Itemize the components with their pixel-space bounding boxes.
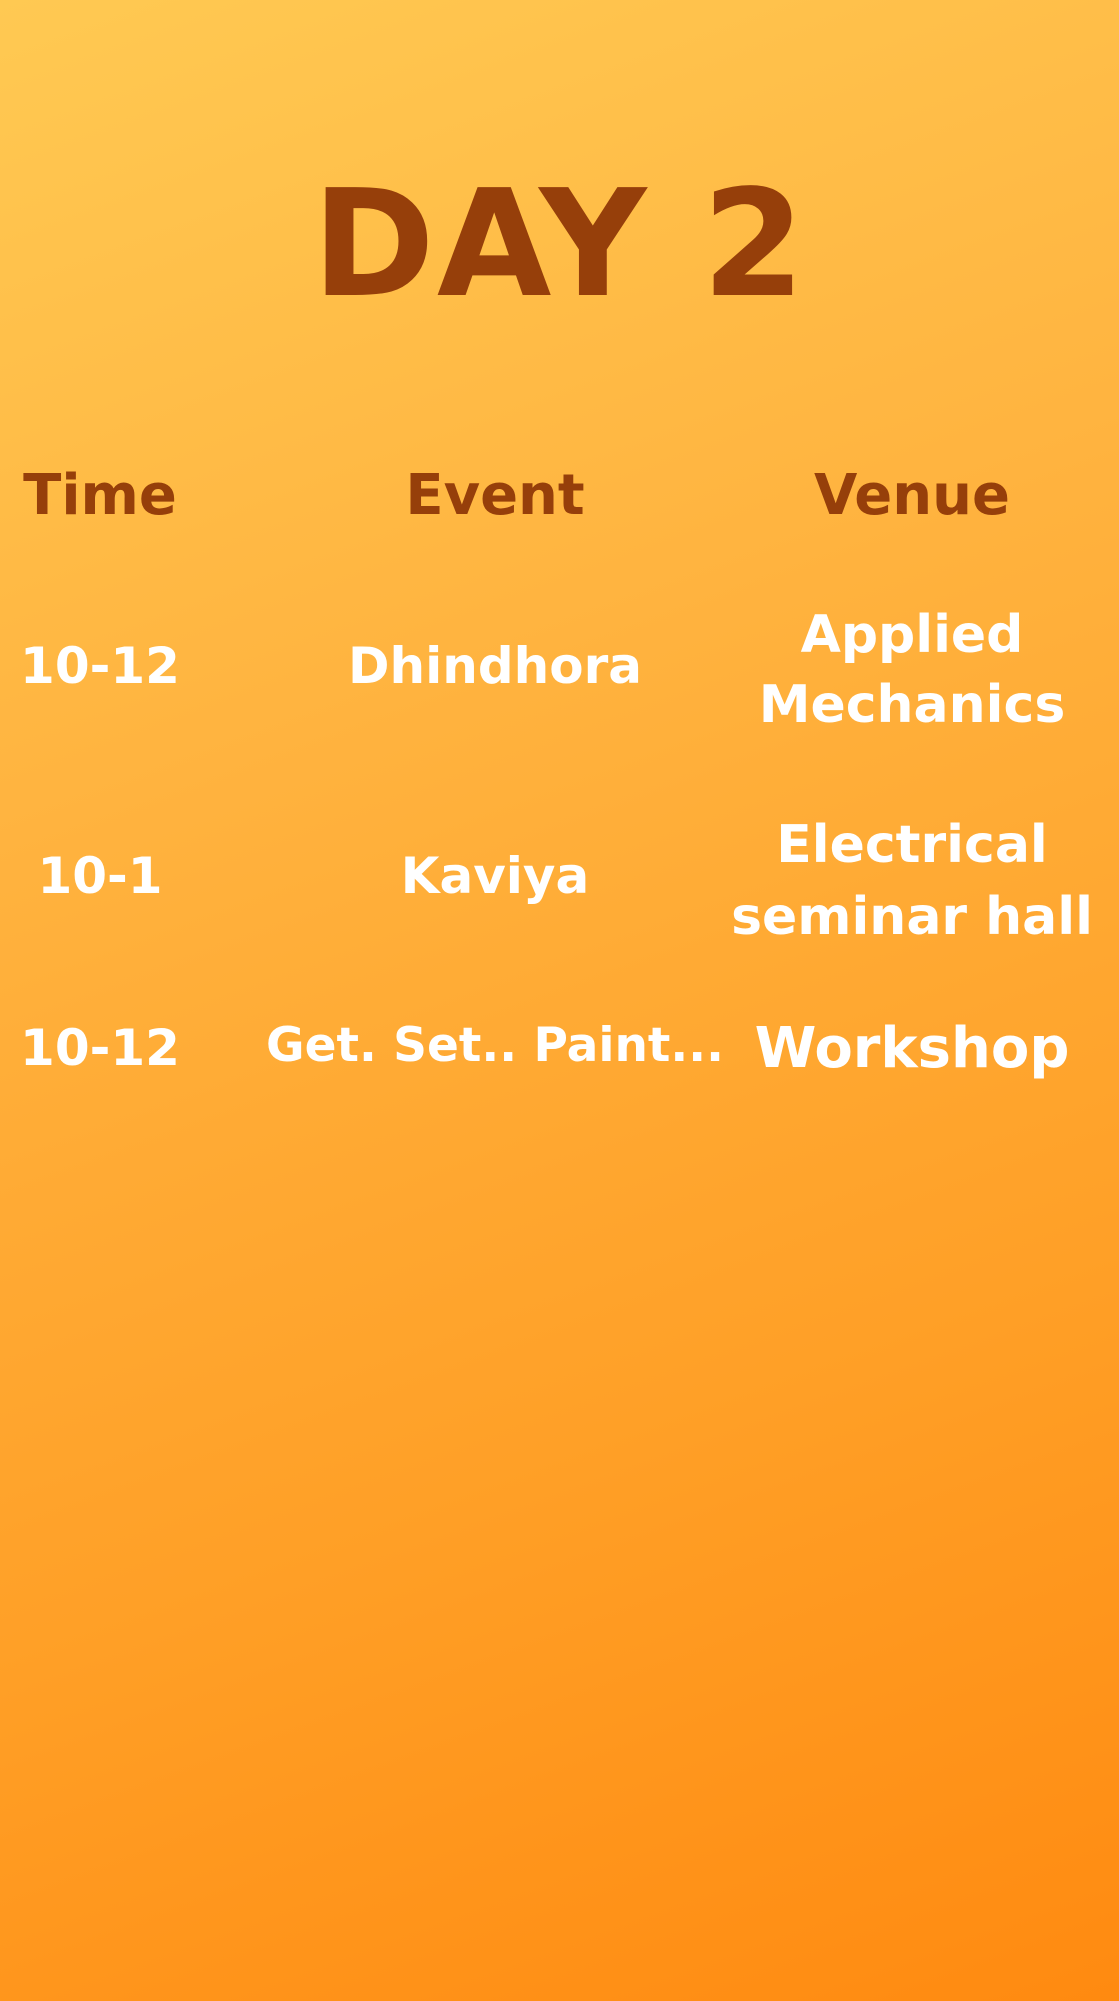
row-2-time: 10-1	[37, 847, 163, 905]
row-1-venue-line-1: Applied	[800, 605, 1024, 665]
row-3-event: Get. Set.. Paint...	[266, 1018, 724, 1073]
row-1-venue: Applied Mechanics	[705, 600, 1119, 740]
row-2-venue-line-2: seminar hall	[731, 887, 1093, 947]
row-1-event: Dhindhora	[348, 637, 642, 695]
row-1-time: 10-12	[20, 637, 180, 695]
header-event: Event	[405, 463, 585, 528]
row-2-venue-line-1: Electrical	[776, 815, 1048, 875]
row-1-venue-line-2: Mechanics	[758, 675, 1066, 735]
schedule-page: DAY 2 Time Event Venue 10-12 Dhindhora A…	[0, 0, 1119, 2001]
header-time: Time	[23, 463, 177, 528]
row-3-time: 10-12	[20, 1019, 180, 1077]
page-title: DAY 2	[312, 158, 807, 330]
row-2-event: Kaviya	[400, 847, 590, 905]
row-2-venue: Electrical seminar hall	[705, 809, 1119, 953]
row-3-venue: Workshop	[754, 1016, 1070, 1081]
header-venue: Venue	[814, 463, 1010, 528]
